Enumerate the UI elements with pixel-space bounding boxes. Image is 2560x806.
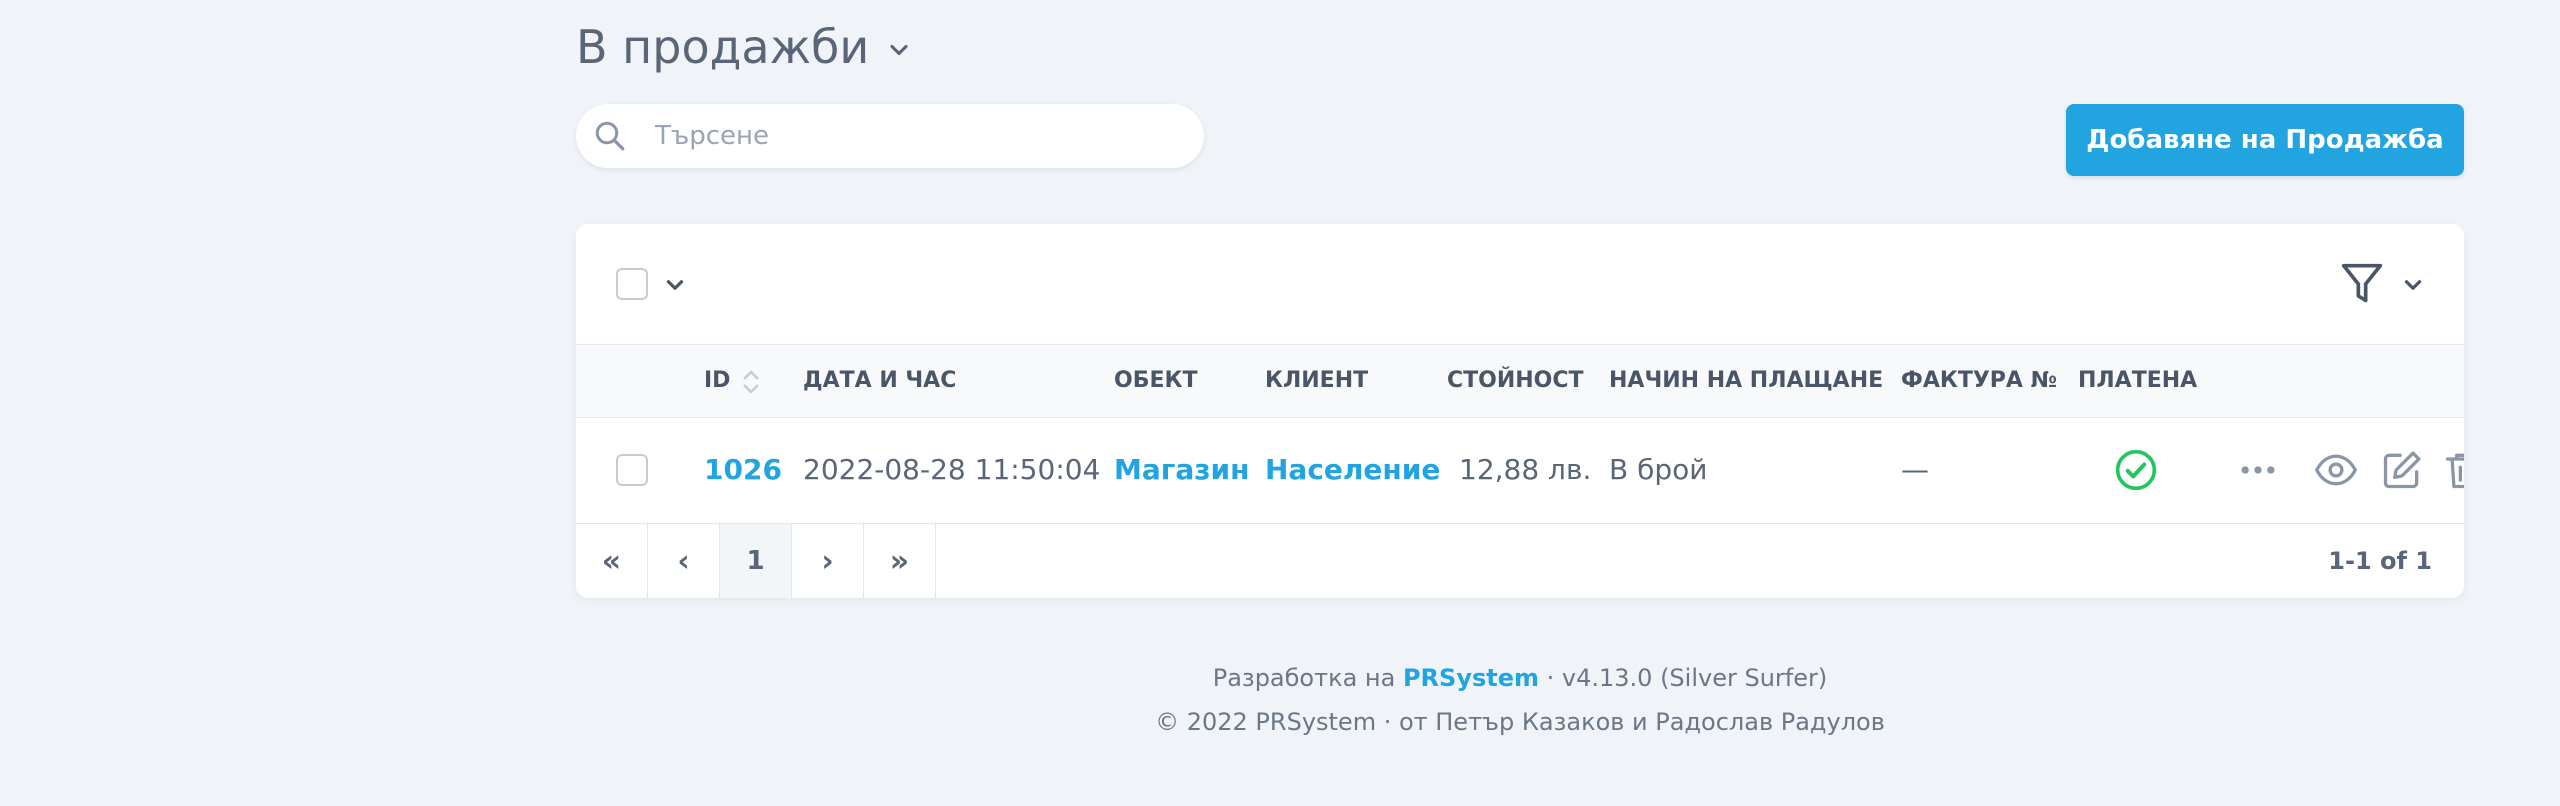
sort-icon[interactable] xyxy=(740,367,762,397)
row-checkbox[interactable] xyxy=(616,454,648,486)
search-box xyxy=(576,104,1204,168)
invoice-number: — xyxy=(1901,453,1929,486)
next-page-button[interactable]: › xyxy=(792,524,864,598)
footer-prefix: Разработка на xyxy=(1212,664,1403,692)
chevron-down-icon[interactable] xyxy=(2400,272,2426,298)
add-sale-button[interactable]: Добавяне на Продажба xyxy=(2066,104,2464,176)
column-header-paid: ПЛАТЕНА xyxy=(2078,368,2198,393)
table-header: ID ДАТА И ЧАС ОБЕКТ КЛИЕНТ СТОЙНОСТ НАЧИ… xyxy=(576,344,2464,418)
pagination: « ‹ 1 › » 1-1 of 1 xyxy=(576,524,2464,598)
page-button-current[interactable]: 1 xyxy=(720,524,792,598)
sale-value: 12,88 лв. xyxy=(1459,453,1592,486)
brand-link[interactable]: PRSystem xyxy=(1403,664,1539,692)
chevron-down-icon[interactable] xyxy=(662,272,688,298)
check-circle-icon xyxy=(2115,449,2157,491)
table-row: 1026 2022-08-28 11:50:04 Магазин Населен… xyxy=(576,418,2464,524)
column-header-id[interactable]: ID xyxy=(704,345,730,417)
prev-page-button[interactable]: ‹ xyxy=(648,524,720,598)
trash-icon[interactable] xyxy=(2442,448,2464,492)
footer-version: · v4.13.0 (Silver Surfer) xyxy=(1539,664,1828,692)
page-title: В продажби xyxy=(576,20,870,74)
column-header-object: ОБЕКТ xyxy=(1114,368,1198,393)
pagination-info: 1-1 of 1 xyxy=(2328,547,2432,575)
table-toolbar xyxy=(576,224,2464,344)
column-header-client: КЛИЕНТ xyxy=(1265,368,1369,393)
client-link[interactable]: Население xyxy=(1265,418,1440,522)
footer-copyright: © 2022 PRSystem · от Петър Казаков и Рад… xyxy=(1155,708,1885,736)
column-header-datetime: ДАТА И ЧАС xyxy=(803,368,957,393)
edit-icon[interactable] xyxy=(2380,448,2424,492)
sale-id-link[interactable]: 1026 xyxy=(704,418,782,522)
last-page-button[interactable]: » xyxy=(864,524,936,598)
footer-credits: Разработка на PRSystem · v4.13.0 (Silver… xyxy=(576,664,2464,692)
search-icon xyxy=(595,121,625,151)
select-all-checkbox[interactable] xyxy=(616,268,648,300)
filter-icon[interactable] xyxy=(2340,260,2384,308)
column-header-invoice: ФАКТУРА № xyxy=(1901,368,2058,393)
column-header-payment-method: НАЧИН НА ПЛАЩАНЕ xyxy=(1609,368,1884,393)
sales-table-card: ID ДАТА И ЧАС ОБЕКТ КЛИЕНТ СТОЙНОСТ НАЧИ… xyxy=(576,224,2464,598)
more-icon[interactable] xyxy=(2236,448,2280,492)
column-header-value: СТОЙНОСТ xyxy=(1447,368,1584,393)
chevron-down-icon xyxy=(890,44,908,56)
search-input[interactable] xyxy=(655,121,1175,151)
page-title-dropdown[interactable]: В продажби xyxy=(576,20,913,74)
payment-method: В брой xyxy=(1609,453,1708,486)
first-page-button[interactable]: « xyxy=(576,524,648,598)
eye-icon[interactable] xyxy=(2314,448,2358,492)
object-link[interactable]: Магазин xyxy=(1114,418,1250,522)
sale-datetime: 2022-08-28 11:50:04 xyxy=(803,453,1101,486)
